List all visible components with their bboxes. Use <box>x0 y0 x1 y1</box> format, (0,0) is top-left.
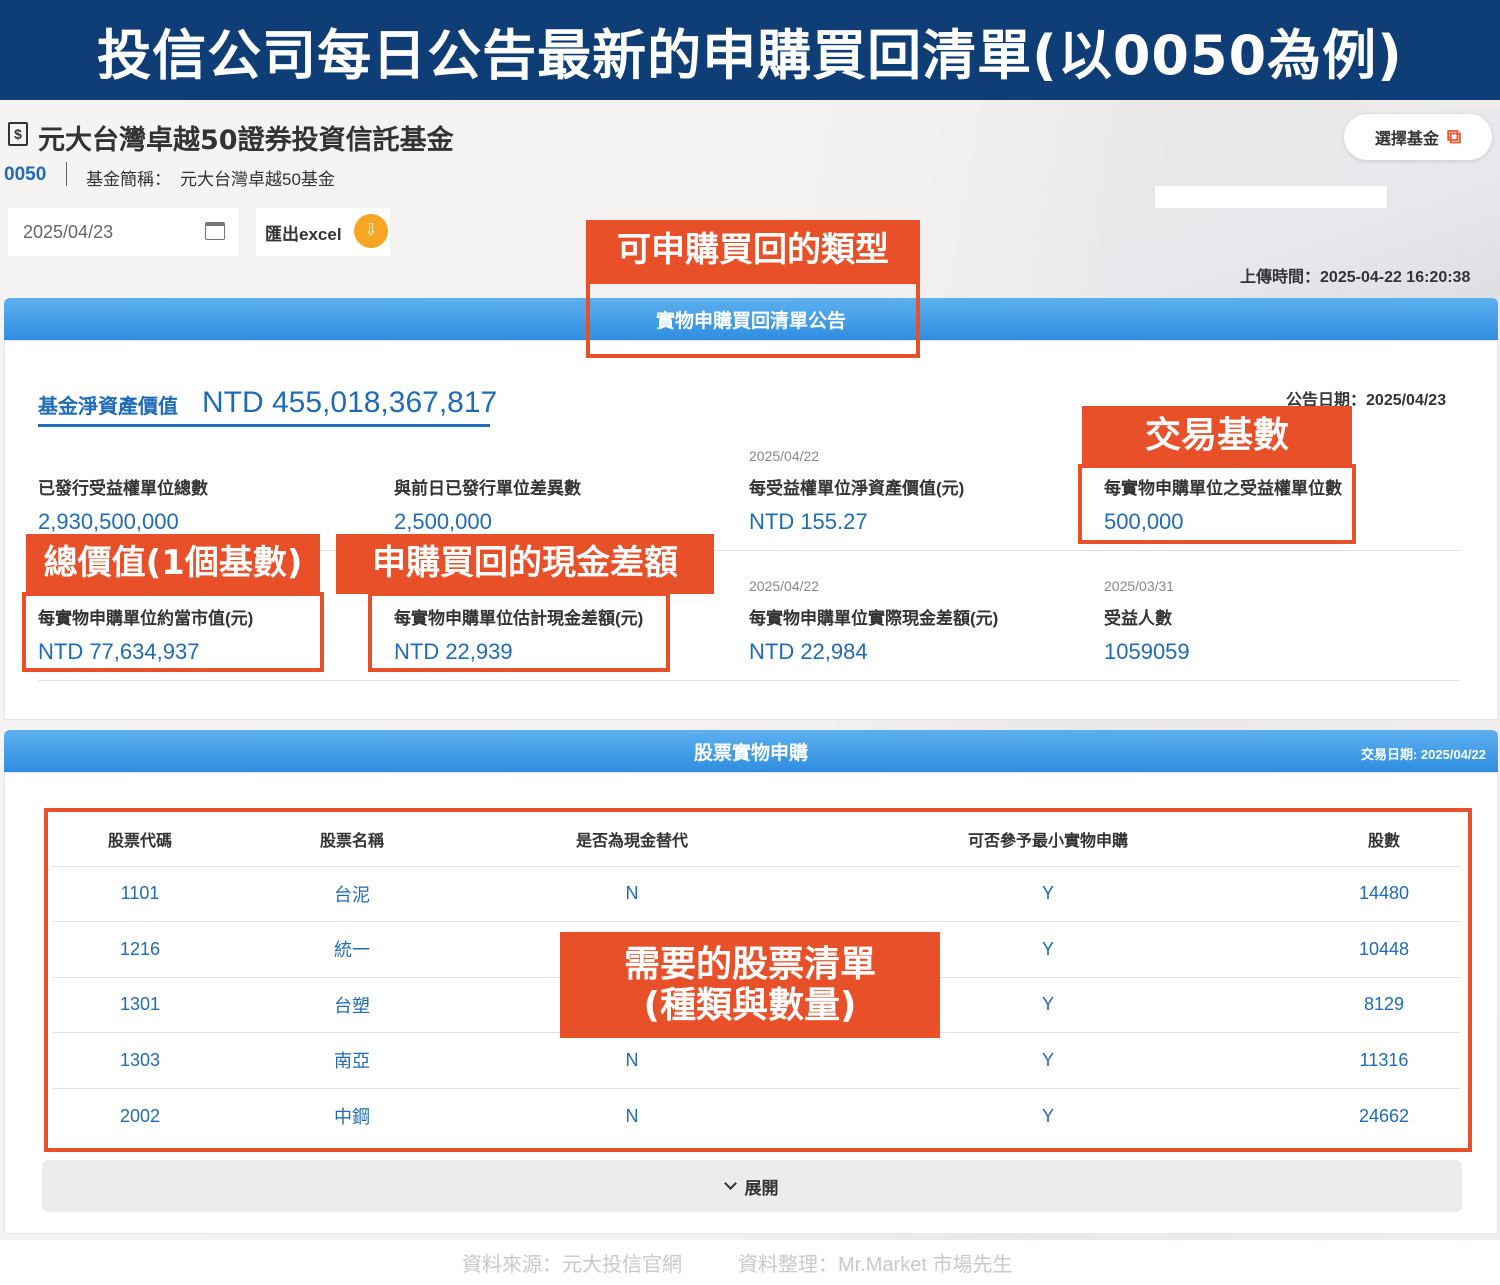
metric-units-change: 與前日已發行單位差異數 2,500,000 <box>394 448 581 535</box>
callout-label-cash-diff: 申購買回的現金差額 <box>336 534 714 594</box>
divider <box>66 162 67 186</box>
metric-label: 每受益權單位淨資產價值(元) <box>749 479 965 498</box>
date-input-value[interactable]: 2025/04/23 <box>23 222 113 243</box>
callout-frame-units <box>1078 464 1356 544</box>
metric-value: 1059059 <box>1104 639 1190 664</box>
fund-code: 0050 <box>4 164 47 185</box>
upload-time-label: 上傳時間： <box>1240 269 1321 286</box>
fund-short-name-label: 基金簡稱： <box>86 170 171 189</box>
callout-label-total-value: 總價值(1個基數) <box>26 534 320 594</box>
metric-units-outstanding: 已發行受益權單位總數 2,930,500,000 <box>38 448 208 535</box>
calendar-icon[interactable] <box>205 222 225 240</box>
download-icon[interactable]: ⇩ <box>354 214 388 248</box>
callout-label-stock-list: 需要的股票清單 (種類與數量) <box>560 932 940 1038</box>
fund-short-name: 元大台灣卓越50基金 <box>180 170 335 189</box>
metric-value: NTD 155.27 <box>749 509 868 534</box>
expand-button[interactable]: 展開 <box>42 1160 1462 1212</box>
callout-label-line: (種類與數量) <box>643 985 857 1026</box>
metric-nav-per-unit: 2025/04/22 每受益權單位淨資產價值(元) NTD 155.27 <box>749 448 964 535</box>
metric-date <box>394 448 581 466</box>
callout-label-units: 交易基數 <box>1082 406 1352 466</box>
source-credit: 資料來源：元大投信官網 <box>462 1254 682 1276</box>
redaction-patch <box>1155 186 1387 208</box>
select-fund-button[interactable]: 選擇基金 ⧉ <box>1344 114 1492 160</box>
metric-label: 每實物申購單位實際現金差額(元) <box>749 609 999 628</box>
metric-value: NTD 22,984 <box>749 639 868 664</box>
callout-label-line: 需要的股票清單 <box>623 943 876 985</box>
metric-value: 2,930,500,000 <box>38 509 179 534</box>
metric-beneficiaries: 2025/03/31 受益人數 1059059 <box>1104 578 1190 665</box>
source-note: 資料來源：元大投信官網 資料整理：Mr.Market 市場先生 <box>462 1248 1068 1277</box>
callout-label-type: 可申購買回的類型 <box>586 220 920 282</box>
section-title: 股票實物申購 <box>693 742 808 764</box>
nav-value: NTD 455,018,367,817 <box>202 386 498 419</box>
metric-label: 與前日已發行單位差異數 <box>394 479 581 498</box>
trade-date: 交易日期: 2025/04/22 <box>1360 747 1486 762</box>
nav-underline <box>38 424 490 427</box>
upload-time-value: 2025-04-22 16:20:38 <box>1320 269 1471 286</box>
select-fund-label: 選擇基金 <box>1374 131 1439 148</box>
callout-frame-cash-diff <box>368 592 670 672</box>
metric-date: 2025/04/22 <box>749 578 820 594</box>
export-excel-label[interactable]: 匯出excel <box>265 220 342 245</box>
compiled-credit: 資料整理：Mr.Market 市場先生 <box>738 1254 1013 1276</box>
chevron-down-icon <box>723 1177 737 1190</box>
announce-date-value: 2025/04/23 <box>1366 392 1447 409</box>
metric-label: 已發行受益權單位總數 <box>38 479 208 498</box>
metric-date <box>38 448 208 466</box>
callout-frame-total-value <box>22 592 324 672</box>
external-link-icon: ⧉ <box>1446 125 1462 148</box>
callout-frame-type <box>586 280 920 358</box>
page-banner-title: 投信公司每日公告最新的申購買回清單(以0050為例) <box>0 0 1500 100</box>
upload-time: 上傳時間：2025-04-22 16:20:38 <box>1240 263 1470 287</box>
row-divider <box>38 680 1460 681</box>
fund-document-icon: $ <box>8 122 28 146</box>
metric-date: 2025/04/22 <box>749 448 820 464</box>
expand-label: 展開 <box>744 1178 779 1198</box>
metric-actual-cash-diff: 2025/04/22 每實物申購單位實際現金差額(元) NTD 22,984 <box>749 578 998 665</box>
fund-title: 元大台灣卓越50證券投資信託基金 <box>38 125 454 156</box>
nav-label: 基金淨資產價值 <box>38 396 178 418</box>
metric-value: 2,500,000 <box>394 509 492 534</box>
section-header-stock-creation: 股票實物申購 交易日期: 2025/04/22 <box>4 730 1498 772</box>
metric-date: 2025/03/31 <box>1104 578 1175 594</box>
metric-label: 受益人數 <box>1104 609 1172 628</box>
